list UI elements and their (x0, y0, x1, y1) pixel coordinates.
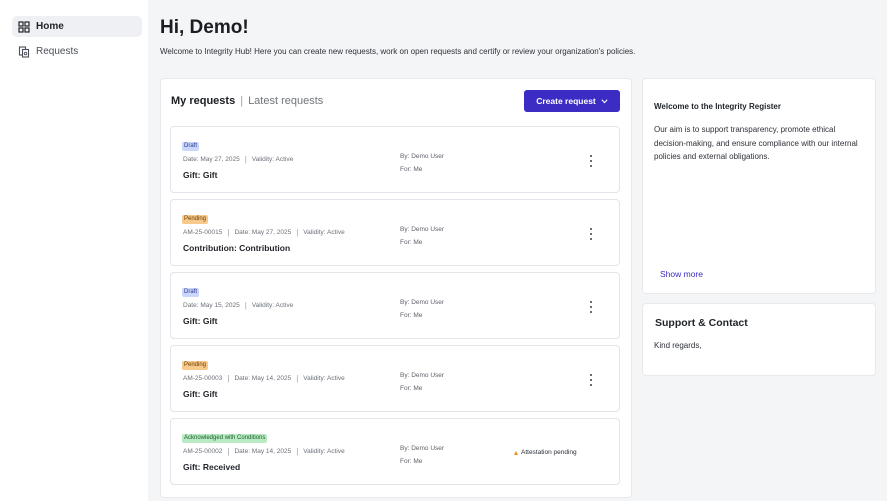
more-options-icon[interactable] (589, 155, 593, 167)
more-options-icon[interactable] (589, 301, 593, 313)
request-meta: Date: May 15, 2025 | Validity: Active (183, 301, 294, 310)
request-validity: Validity: Active (303, 229, 345, 236)
welcome-text: Welcome to Integrity Hub! Here you can c… (160, 47, 636, 56)
sidebar-item-requests[interactable]: Requests (12, 41, 142, 62)
request-for: For: Me (400, 166, 423, 173)
request-by: By: Demo User (400, 153, 445, 160)
create-request-label: Create request (536, 96, 596, 106)
request-title: Contribution: Contribution (183, 243, 291, 253)
request-for: For: Me (400, 239, 423, 246)
status-badge: Draft (182, 288, 200, 297)
request-meta: AM-25-00002 | Date: May 14, 2025 | Valid… (183, 447, 345, 456)
create-request-button[interactable]: Create request (524, 90, 620, 112)
requests-tabs: My requests | Latest requests (171, 95, 323, 107)
request-for: For: Me (400, 312, 423, 319)
info-card-body: Our aim is to support transparency, prom… (654, 125, 858, 161)
status-badge: Pending (182, 361, 209, 370)
request-validity: Validity: Active (251, 156, 294, 163)
request-id: AM-25-00015 (183, 229, 223, 236)
request-for: For: Me (400, 385, 423, 392)
tab-latest-requests[interactable]: Latest requests (248, 95, 323, 107)
request-id: AM-25-00003 (183, 375, 223, 382)
sidebar-item-label: Requests (36, 46, 79, 57)
warning-triangle-icon (514, 450, 518, 455)
request-card[interactable]: Draft Date: May 15, 2025 | Validity: Act… (170, 272, 620, 339)
request-meta: Date: May 27, 2025 | Validity: Active (183, 155, 294, 164)
request-date: Date: May 14, 2025 (234, 448, 292, 455)
request-title: Gift: Gift (183, 170, 218, 180)
document-stack-icon (18, 45, 30, 58)
dashboard-grid-icon (18, 20, 30, 33)
support-card-title: Support & Contact (655, 317, 748, 329)
request-by: By: Demo User (400, 445, 445, 452)
status-badge: Pending (182, 215, 209, 224)
chevron-down-icon (601, 98, 608, 103)
request-card[interactable]: Pending AM-25-00015 | Date: May 27, 2025… (170, 199, 620, 266)
more-options-icon[interactable] (589, 374, 593, 386)
request-for: For: Me (400, 458, 423, 465)
attestation-label: Attestation pending (521, 449, 577, 456)
sidebar-item-home[interactable]: Home (12, 16, 142, 37)
request-date: Date: May 14, 2025 (234, 375, 292, 382)
request-meta: AM-25-00003 | Date: May 14, 2025 | Valid… (183, 374, 345, 383)
request-by: By: Demo User (400, 372, 445, 379)
sidebar-item-label: Home (36, 21, 64, 32)
request-validity: Validity: Active (303, 375, 345, 382)
request-validity: Validity: Active (303, 448, 345, 455)
attestation-status: Attestation pending (514, 449, 577, 456)
tab-separator: | (240, 95, 244, 107)
request-title: Gift: Received (183, 462, 241, 472)
support-card-body: Kind regards, (654, 341, 702, 350)
show-more-link[interactable]: Show more (660, 269, 703, 279)
request-validity: Validity: Active (251, 302, 294, 309)
request-date: Date: May 27, 2025 (183, 156, 240, 163)
main-content: Hi, Demo! Welcome to Integrity Hub! Here… (148, 0, 887, 501)
request-by: By: Demo User (400, 299, 445, 306)
request-title: Gift: Gift (183, 316, 218, 326)
request-meta: AM-25-00015 | Date: May 27, 2025 | Valid… (183, 228, 345, 237)
status-badge: Acknowledged with Conditions (182, 434, 268, 443)
request-date: Date: May 27, 2025 (234, 229, 292, 236)
page-title: Hi, Demo! (160, 17, 249, 38)
request-card[interactable]: Pending AM-25-00003 | Date: May 14, 2025… (170, 345, 620, 412)
request-id: AM-25-00002 (183, 448, 223, 455)
sidebar: Home Requests (0, 0, 148, 501)
request-card[interactable]: Draft Date: May 27, 2025 | Validity: Act… (170, 126, 620, 193)
request-by: By: Demo User (400, 226, 445, 233)
support-contact-card: Support & Contact Kind regards, (642, 303, 876, 376)
request-date: Date: May 15, 2025 (183, 302, 240, 309)
request-card[interactable]: Acknowledged with Conditions AM-25-00002… (170, 418, 620, 485)
requests-panel: My requests | Latest requests Create req… (160, 78, 632, 498)
status-badge: Draft (182, 142, 200, 151)
more-options-icon[interactable] (589, 228, 593, 240)
tab-my-requests[interactable]: My requests (171, 95, 235, 107)
info-card-title: Welcome to the Integrity Register (654, 102, 781, 111)
request-title: Gift: Gift (183, 389, 218, 399)
welcome-info-card: Welcome to the Integrity Register Our ai… (642, 78, 876, 294)
